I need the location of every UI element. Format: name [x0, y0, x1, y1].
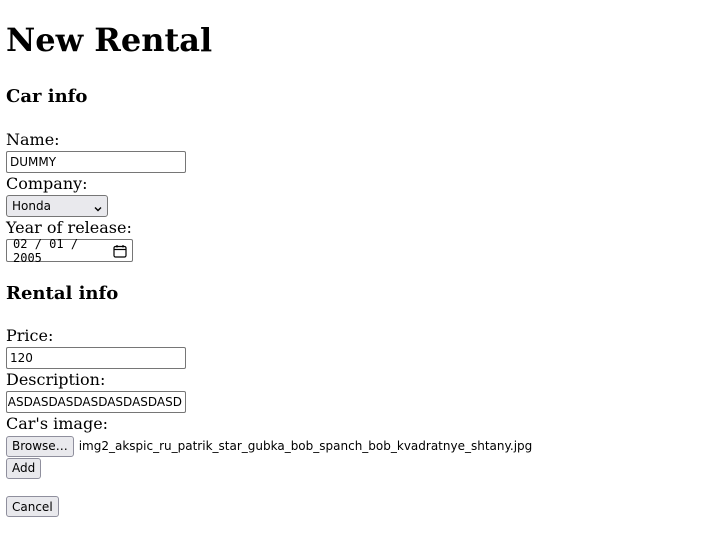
browse-button[interactable]: Browse…	[6, 435, 74, 457]
date-separator: /	[70, 236, 79, 251]
description-input[interactable]: ASDASDASDASDASDASDASD	[6, 391, 186, 413]
new-rental-page: New Rental Car info Name: DUMMY Company:…	[0, 21, 719, 517]
name-input[interactable]: DUMMY	[6, 151, 186, 173]
date-month[interactable]: 02	[13, 237, 27, 251]
price-input[interactable]: 120	[6, 347, 186, 369]
rental-info-heading: Rental info	[6, 283, 119, 304]
selected-file-name: img2_akspic_ru_patrik_star_gubka_bob_spa…	[78, 439, 533, 453]
page-title: New Rental	[6, 21, 213, 59]
car-info-heading: Car info	[6, 86, 88, 107]
date-year[interactable]: 2005	[13, 251, 42, 265]
date-day[interactable]: 01	[49, 237, 63, 251]
company-select[interactable]: Honda	[6, 195, 108, 217]
description-input-value: ASDASDASDASDASDASDASD	[7, 395, 182, 409]
car-image-file-input[interactable]: Browse… img2_akspic_ru_patrik_star_gubka…	[6, 435, 713, 457]
year-of-release-date-input[interactable]: 02 / 01 / 2005	[6, 236, 133, 265]
date-separator: /	[34, 236, 42, 251]
price-label: Price:	[6, 326, 54, 345]
add-button[interactable]: Add	[6, 457, 42, 479]
description-label: Description:	[6, 370, 106, 389]
name-label: Name:	[6, 130, 60, 149]
chevron-down-icon	[94, 202, 102, 212]
calendar-icon[interactable]	[113, 244, 127, 258]
company-select-value: Honda	[12, 199, 51, 213]
price-input-value: 120	[10, 351, 33, 365]
company-label: Company:	[6, 174, 88, 193]
cancel-button[interactable]: Cancel	[6, 496, 59, 517]
car-image-label: Car's image:	[6, 414, 109, 433]
name-input-value: DUMMY	[10, 155, 57, 169]
